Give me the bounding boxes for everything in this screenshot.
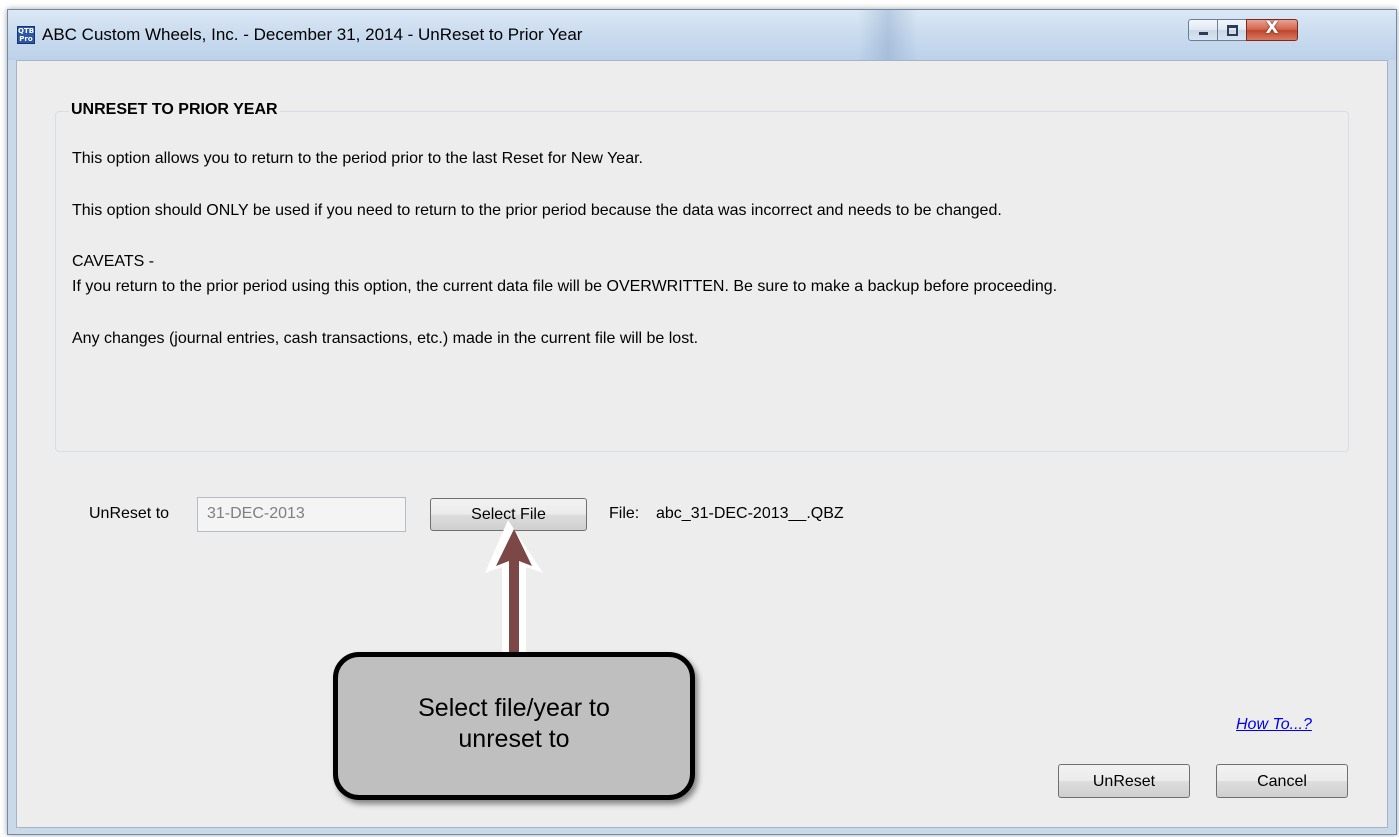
annotation-callout-line-2: unreset to (458, 725, 570, 753)
annotation-arrow (485, 520, 543, 662)
annotation-callout: Select file/year to unreset to (333, 652, 695, 800)
annotation-callout-line-1: Select file/year to (418, 694, 610, 722)
